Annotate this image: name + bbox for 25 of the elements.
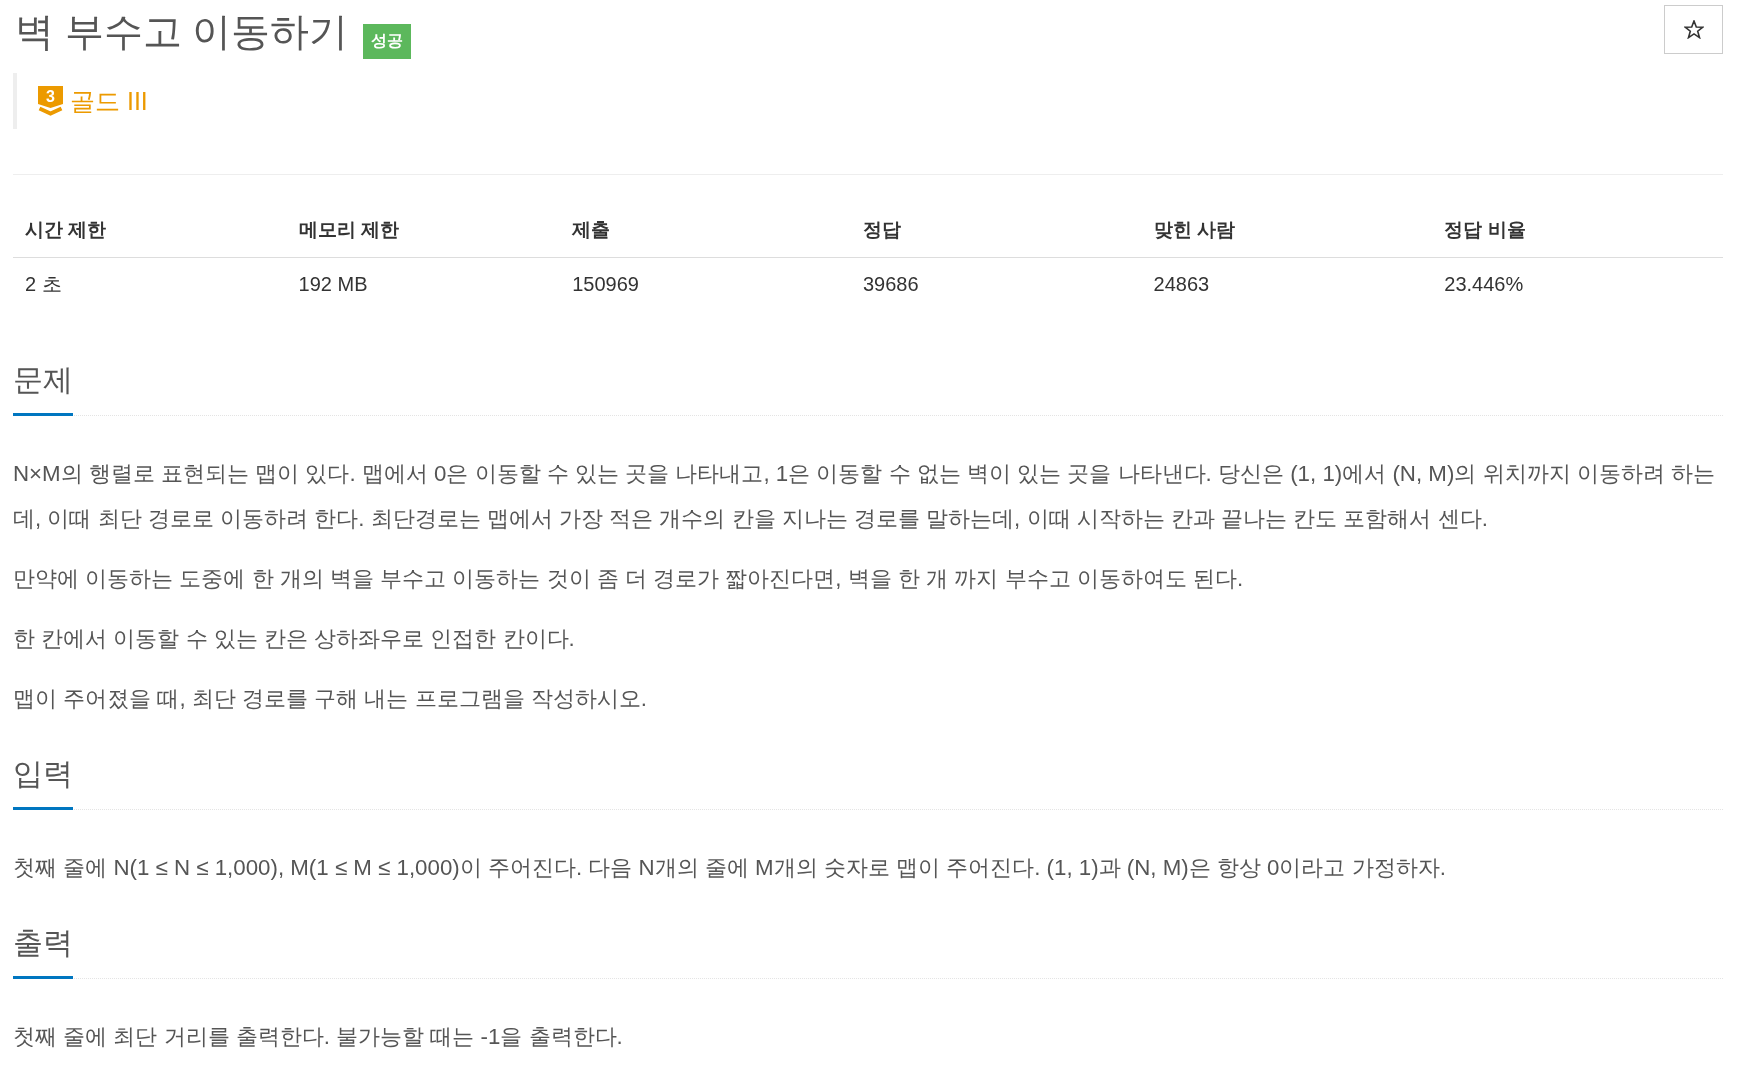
table-cell: 192 MB xyxy=(286,257,561,312)
section-heading: 문제 xyxy=(13,359,73,416)
result-badge: 성공 xyxy=(363,24,412,59)
problem-title: 벽 부수고 이동하기 xyxy=(15,9,349,55)
table-cell: 39686 xyxy=(850,257,1142,312)
paragraph: 한 칸에서 이동할 수 있는 칸은 상하좌우로 인접한 칸이다. xyxy=(13,624,576,653)
paragraph: 첫째 줄에 최단 거리를 출력한다. 불가능할 때는 -1을 출력한다. xyxy=(13,1022,624,1051)
paragraph: N×M의 행렬로 표현되는 맵이 있다. 맵에서 0은 이동할 수 있는 곳을 나타내고, 1은 이동할 수 없는 벽이 있는 곳을 나타낸다. 당신은 (1, 1)에서 (N, M)의 위치까지 이동하려 하는데, 이때 최단 경로로 이동하려 한다. 최단경로는 맵에서 가장 적은 개수의 칸을 지나는 경로를 말하는데, 이때 시작하는 칸과 끝나는 칸도 포함해서 센다. xyxy=(13,459,1716,533)
column-header: 정답 xyxy=(850,204,1142,257)
table-cell: 23.446% xyxy=(1432,257,1723,312)
paragraph: 맵이 주어졌을 때, 최단 경로를 구해 내는 프로그램을 작성하시오. xyxy=(13,684,648,713)
column-header: 시간 제한 xyxy=(13,204,287,257)
column-header: 정답 비율 xyxy=(1432,204,1723,257)
section-heading: 입력 xyxy=(13,753,73,810)
paragraph: 만약에 이동하는 도중에 한 개의 벽을 부수고 이동하는 것이 좀 더 경로가 짧아진다면, 벽을 한 개 까지 부수고 이동하여도 된다. xyxy=(13,564,1245,593)
column-header: 제출 xyxy=(560,204,851,257)
section-heading: 출력 xyxy=(13,922,73,979)
paragraph: 첫째 줄에 N(1 ≤ N ≤ 1,000), M(1 ≤ M ≤ 1,000)이 주어진다. 다음 N개의 줄에 M개의 숫자로 맵이 주어진다. (1, 1)과 (N, M)은 항상 0이라고 가정하자. xyxy=(13,853,1447,882)
tier-label: 골드 III xyxy=(70,86,148,116)
table-cell: 24863 xyxy=(1141,257,1433,312)
star-button[interactable] xyxy=(1664,5,1723,54)
column-header: 맞힌 사람 xyxy=(1141,204,1433,257)
table-cell: 2 초 xyxy=(13,257,287,312)
table-cell: 150969 xyxy=(560,257,851,312)
column-header: 메모리 제한 xyxy=(286,204,561,257)
